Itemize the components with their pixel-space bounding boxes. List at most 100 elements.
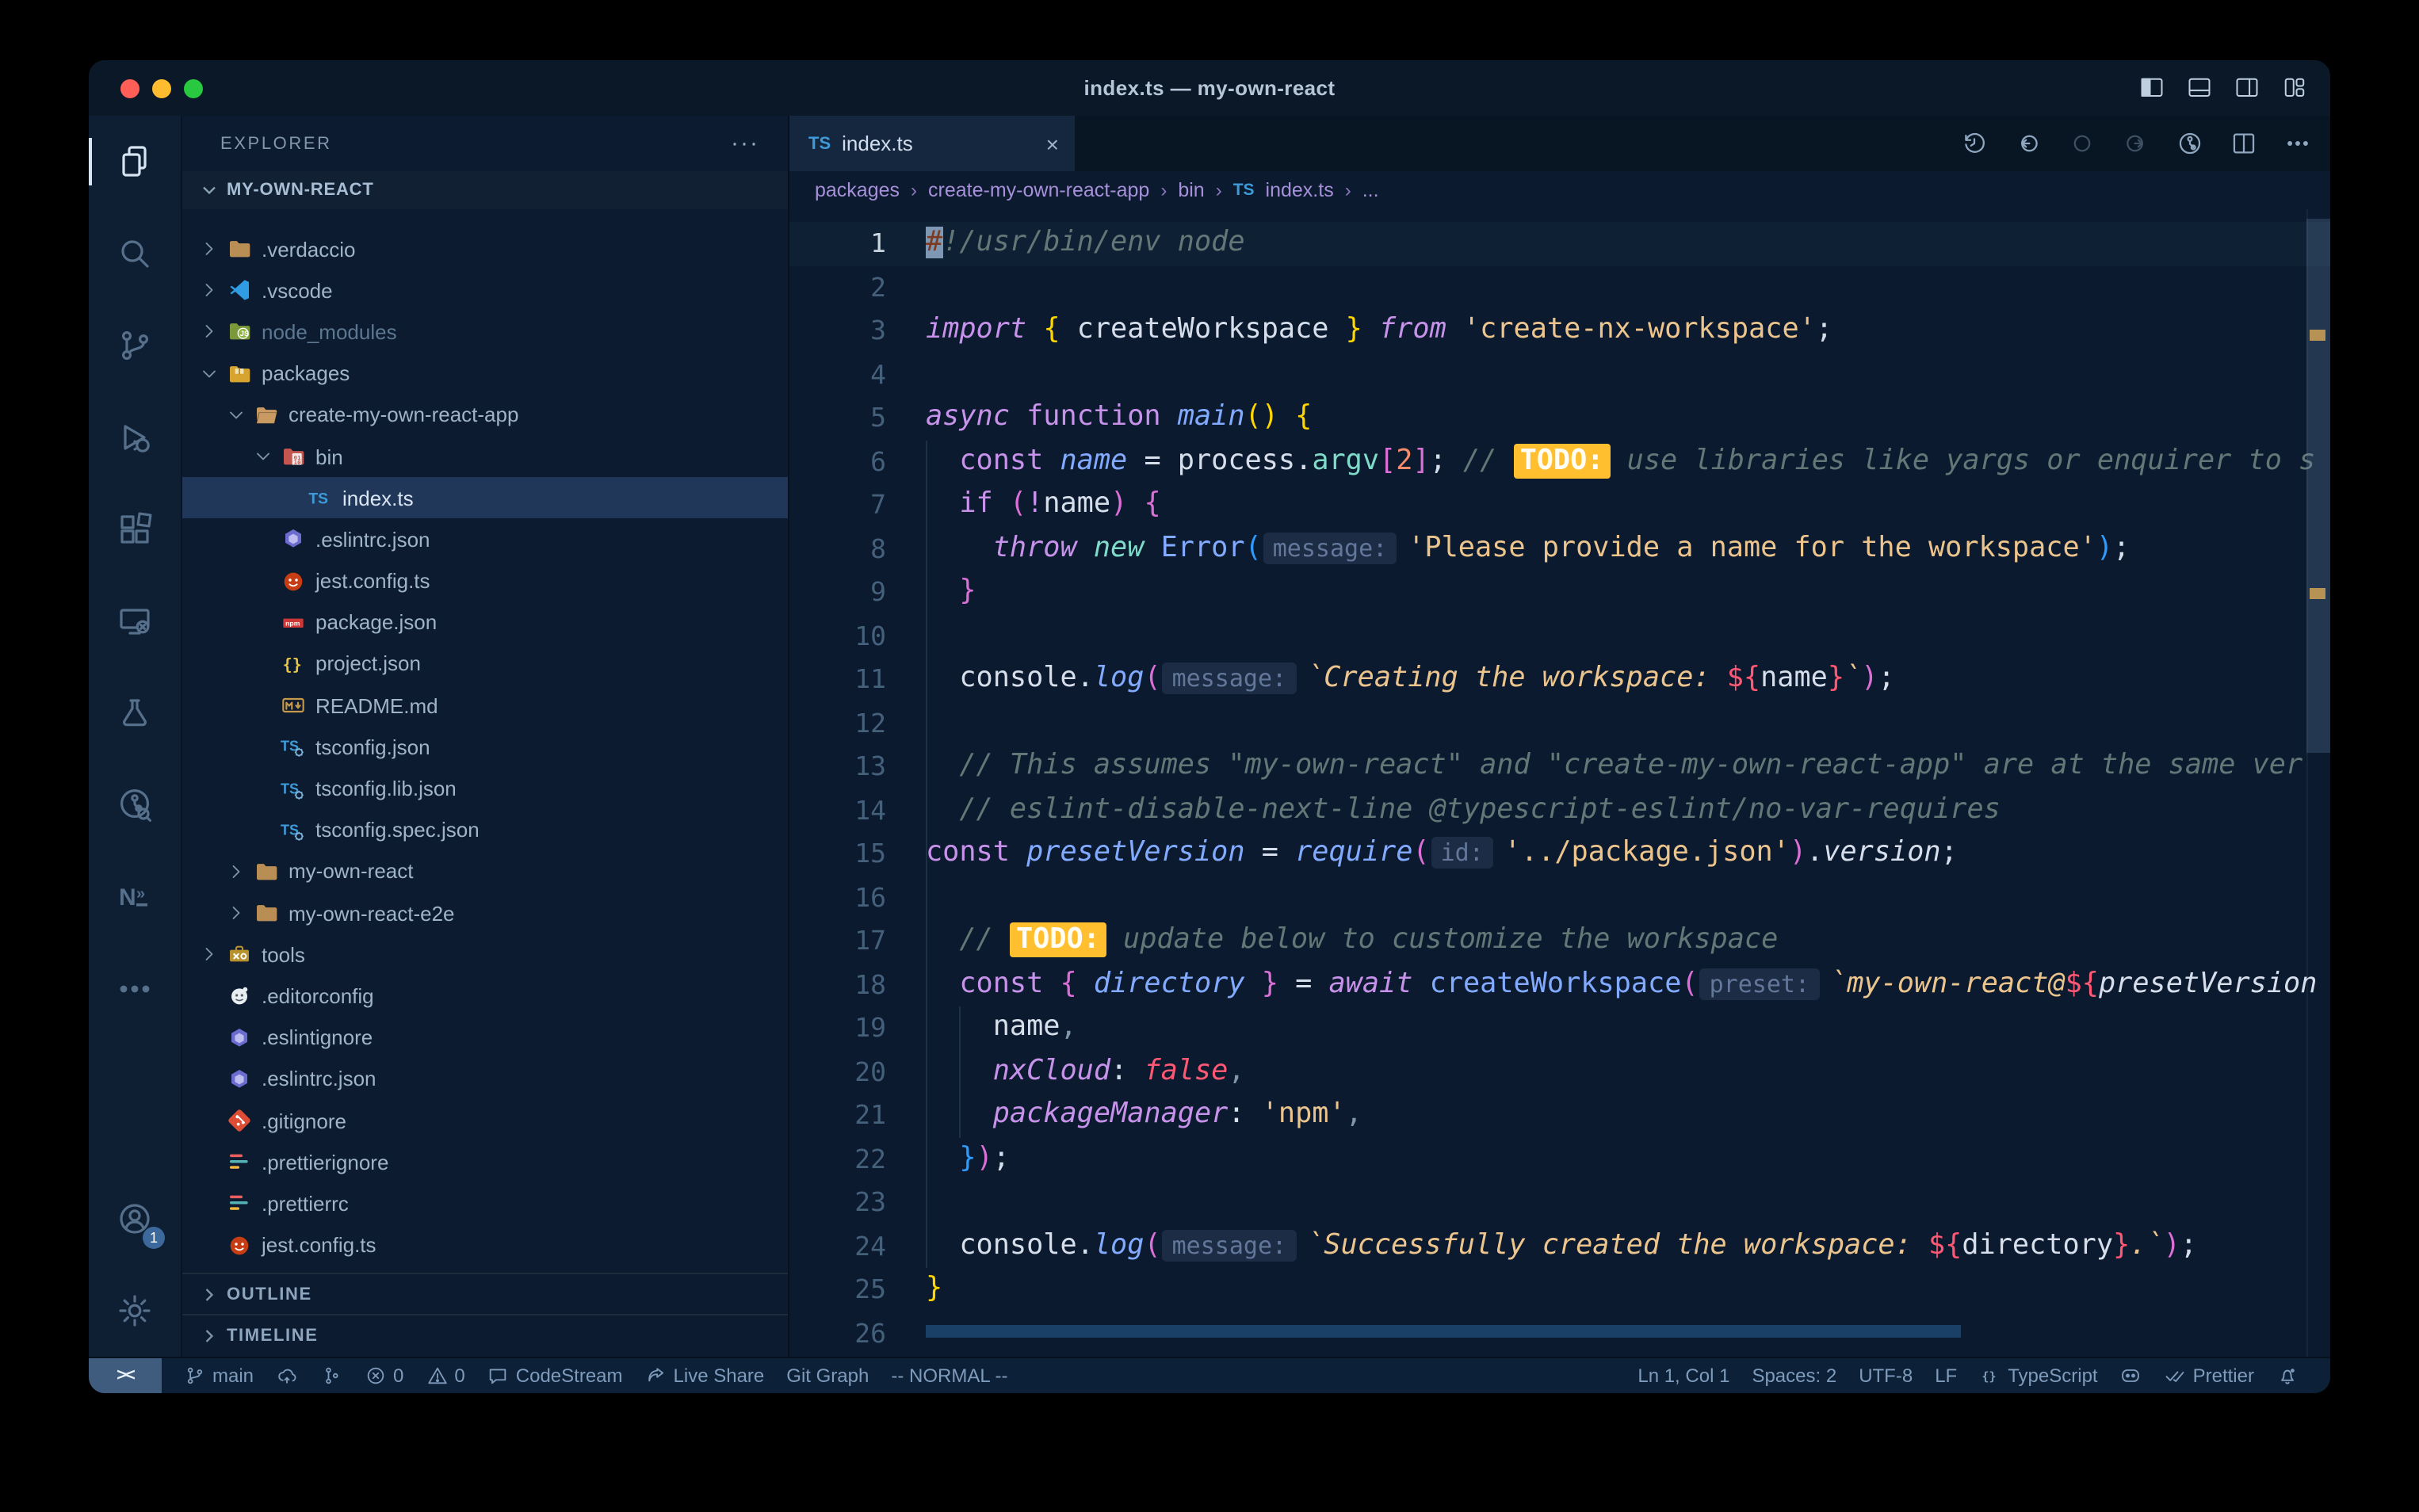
code-line-18[interactable]: 18 const { directory } = await createWor… xyxy=(789,963,2330,1006)
tab-index-ts[interactable]: TS index.ts × xyxy=(789,116,1075,171)
code-line-14[interactable]: 14 // eslint-disable-next-line @typescri… xyxy=(789,788,2330,832)
tree-item-.vscode[interactable]: .vscode xyxy=(182,269,788,311)
horizontal-scrollbar[interactable] xyxy=(926,1325,1961,1338)
code-line-12[interactable]: 12 xyxy=(789,701,2330,745)
tree-item-bin[interactable]: 0110bin xyxy=(182,436,788,477)
code-line-3[interactable]: 3import { createWorkspace } from 'create… xyxy=(789,309,2330,353)
tree-item-tsconfig.lib.json[interactable]: TStsconfig.lib.json xyxy=(182,768,788,809)
local-history-icon[interactable] xyxy=(1961,130,1988,157)
tree-item-package.json[interactable]: npmpackage.json xyxy=(182,601,788,643)
chevron-down-icon[interactable] xyxy=(225,403,250,428)
code-line-22[interactable]: 22 }); xyxy=(789,1137,2330,1181)
status-item-Git Graph[interactable]: Git Graph xyxy=(786,1365,869,1387)
code-lines[interactable]: 1#!/usr/bin/env node23import { createWor… xyxy=(789,209,2330,1355)
code-line-8[interactable]: 8 throw new Error(message:'Please provid… xyxy=(789,527,2330,571)
status-item-copilot[interactable] xyxy=(2120,1365,2142,1387)
activity-item-nx-console nx-icon[interactable]: N» xyxy=(89,851,181,943)
code-line-13[interactable]: 13 // This assumes "my-own-react" and "c… xyxy=(789,745,2330,788)
status-item-CodeStream[interactable]: CodeStream xyxy=(487,1365,623,1387)
chevron-right-icon[interactable] xyxy=(198,319,224,345)
chevron-down-icon[interactable] xyxy=(252,444,277,469)
tree-item-my-own-react-e2e[interactable]: my-own-react-e2e xyxy=(182,892,788,934)
status-item-commits[interactable] xyxy=(320,1365,342,1387)
toggle-panel-icon[interactable] xyxy=(2186,76,2213,100)
breadcrumb-item[interactable]: bin xyxy=(1178,179,1204,201)
tree-item-jest.config.ts[interactable]: jest.config.ts xyxy=(182,560,788,601)
code-line-21[interactable]: 21 packageManager: 'npm', xyxy=(789,1094,2330,1137)
tree-item-README.md[interactable]: README.md xyxy=(182,685,788,726)
tree-item-tsconfig.spec.json[interactable]: TStsconfig.spec.json xyxy=(182,809,788,850)
activity-item-run-debug debug-icon[interactable] xyxy=(89,391,181,483)
code-editor[interactable]: 1#!/usr/bin/env node23import { createWor… xyxy=(789,209,2330,1357)
customize-layout-icon[interactable] xyxy=(2281,76,2308,100)
status-item-TypeScript[interactable]: {}TypeScript xyxy=(1979,1365,2097,1387)
status-item-Spaces: 2[interactable]: Spaces: 2 xyxy=(1752,1365,1836,1387)
breadcrumb-item[interactable]: index.ts xyxy=(1266,179,1334,201)
more-actions-icon[interactable] xyxy=(2284,130,2311,157)
tree-item-.gitignore[interactable]: .gitignore xyxy=(182,1100,788,1141)
status-item-main[interactable]: main xyxy=(184,1365,254,1387)
activity-item-git-graph gitgraph-icon[interactable] xyxy=(89,759,181,851)
code-line-17[interactable]: 17 // TODO: update below to customize th… xyxy=(789,919,2330,963)
chevron-right-icon[interactable] xyxy=(198,278,224,304)
code-line-20[interactable]: 20 nxCloud: false, xyxy=(789,1050,2330,1094)
tree-item-packages[interactable]: packages xyxy=(182,353,788,394)
activity-item-explorer files-icon[interactable] xyxy=(89,116,181,208)
navigate-back-icon[interactable] xyxy=(2015,130,2042,157)
vertical-scrollbar[interactable] xyxy=(2306,219,2330,753)
chevron-right-icon[interactable] xyxy=(198,236,224,262)
code-line-7[interactable]: 7 if (!name) { xyxy=(789,483,2330,527)
status-item-LF[interactable]: LF xyxy=(1935,1365,1957,1387)
tree-item-project.json[interactable]: {}project.json xyxy=(182,643,788,685)
timeline-section[interactable]: TIMELINE xyxy=(182,1314,788,1357)
tree-item-.prettierignore[interactable]: .prettierignore xyxy=(182,1141,788,1182)
sidebar-more-icon[interactable]: ··· xyxy=(731,130,759,157)
outline-section[interactable]: OUTLINE xyxy=(182,1273,788,1315)
close-tab-icon[interactable]: × xyxy=(1046,131,1059,156)
tree-item-create-my-own-react-app[interactable]: create-my-own-react-app xyxy=(182,395,788,436)
code-line-10[interactable]: 10 xyxy=(789,614,2330,658)
activity-item-remote-explorer remote-icon[interactable] xyxy=(89,575,181,667)
code-line-25[interactable]: 25} xyxy=(789,1268,2330,1312)
tree-item-tsconfig.json[interactable]: TStsconfig.json xyxy=(182,727,788,768)
chevron-right-icon[interactable] xyxy=(225,859,250,884)
code-line-1[interactable]: 1#!/usr/bin/env node xyxy=(789,222,2330,265)
activity-item-source-control scm-icon[interactable] xyxy=(89,300,181,391)
status-item-0[interactable]: 0 xyxy=(365,1365,403,1387)
circle-icon[interactable] xyxy=(2069,130,2096,157)
tree-item-.eslintrc.json[interactable]: .eslintrc.json xyxy=(182,1059,788,1100)
status-item-cloud[interactable] xyxy=(276,1365,298,1387)
code-line-6[interactable]: 6 const name = process.argv[2]; // TODO:… xyxy=(789,440,2330,483)
toggle-primary-sidebar-icon[interactable] xyxy=(2138,76,2165,100)
code-line-19[interactable]: 19 name, xyxy=(789,1006,2330,1050)
activity-item-settings gear-icon[interactable] xyxy=(89,1265,181,1357)
tree-item-.editorconfig[interactable]: .editorconfig xyxy=(182,976,788,1017)
status-item-Ln 1, Col 1[interactable]: Ln 1, Col 1 xyxy=(1638,1365,1729,1387)
status-item--- NORMAL --[interactable]: -- NORMAL -- xyxy=(891,1365,1007,1387)
tree-item-my-own-react[interactable]: my-own-react xyxy=(182,851,788,892)
code-line-23[interactable]: 23 xyxy=(789,1181,2330,1224)
code-line-9[interactable]: 9 } xyxy=(789,571,2330,614)
code-line-5[interactable]: 5async function main() { xyxy=(789,396,2330,440)
tree-item-index.ts[interactable]: TSindex.ts xyxy=(182,477,788,518)
remote-indicator[interactable]: >< xyxy=(89,1358,162,1393)
activity-item-testing beaker-icon[interactable] xyxy=(89,667,181,759)
tree-item-.eslintignore[interactable]: .eslintignore xyxy=(182,1017,788,1058)
chevron-down-icon[interactable] xyxy=(198,361,224,386)
tree-item-tools[interactable]: tools xyxy=(182,934,788,975)
status-item-0[interactable]: 0 xyxy=(426,1365,464,1387)
activity-item-accounts account-icon[interactable]: 1 xyxy=(89,1173,181,1265)
activity-item-search search-icon[interactable] xyxy=(89,208,181,300)
status-item-Prettier[interactable]: Prettier xyxy=(2165,1365,2254,1387)
window-titlebar[interactable]: index.ts — my-own-react xyxy=(89,60,2330,116)
tree-item-.verdaccio[interactable]: .verdaccio xyxy=(182,228,788,269)
status-item-UTF-8[interactable]: UTF-8 xyxy=(1859,1365,1913,1387)
status-item-bell[interactable] xyxy=(2276,1365,2299,1387)
breadcrumb-item[interactable]: ... xyxy=(1362,179,1379,201)
code-line-15[interactable]: 15const presetVersion = require(id:'../p… xyxy=(789,832,2330,876)
navigate-forward-icon[interactable] xyxy=(2123,130,2150,157)
tree-item-.eslintrc.json[interactable]: .eslintrc.json xyxy=(182,519,788,560)
code-line-11[interactable]: 11 console.log(message:`Creating the wor… xyxy=(789,658,2330,701)
status-item-Live Share[interactable]: Live Share xyxy=(645,1365,765,1387)
breadcrumb-item[interactable]: packages xyxy=(815,179,900,201)
